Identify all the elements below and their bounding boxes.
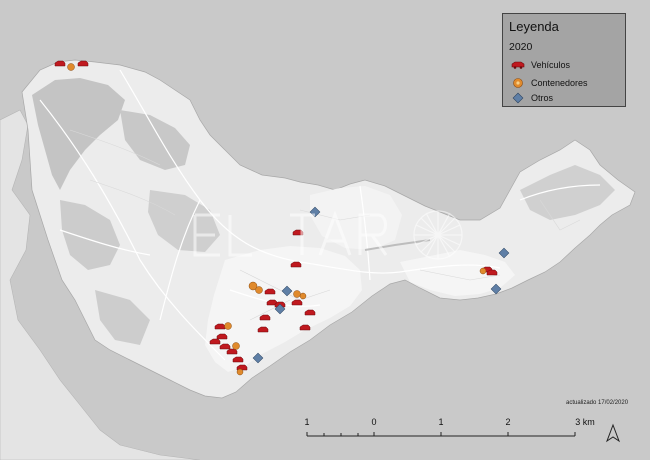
legend-item-others: Otros (509, 91, 553, 105)
car-icon (291, 299, 303, 306)
car-icon (209, 338, 221, 345)
scale-bar: 1 0 1 2 3 km (300, 412, 600, 448)
updated-date: actualizado 17/02/2020 (566, 400, 629, 406)
container-icon (224, 322, 232, 330)
legend-year: 2020 (509, 41, 533, 53)
legend-label: Otros (531, 93, 554, 103)
container-icon (232, 342, 240, 350)
car-icon (232, 356, 244, 363)
container-icon (479, 267, 487, 275)
scale-label: 0 (371, 417, 377, 427)
scale-bar-graphic (306, 432, 576, 437)
container-icon (67, 63, 75, 71)
legend-item-containers: Contenedores (509, 76, 588, 90)
car-icon (54, 60, 66, 67)
car-icon (304, 309, 316, 316)
car-icon (264, 288, 276, 295)
container-icon (236, 368, 244, 376)
scale-label: 1 (304, 417, 310, 427)
car-icon (216, 333, 228, 340)
legend-label: Contenedores (531, 78, 588, 88)
car-icon (219, 343, 231, 350)
car-icon (226, 348, 238, 355)
container-icon (513, 78, 523, 88)
scale-label: 1 (438, 417, 444, 427)
legend-panel: Leyenda 2020 Vehículos Contenedores Otro… (502, 13, 626, 107)
car-icon (77, 60, 89, 67)
car-icon (299, 324, 311, 331)
car-icon (257, 326, 269, 333)
container-icon (255, 286, 263, 294)
north-arrow-icon (605, 423, 621, 443)
legend-item-vehicles: Vehículos (509, 58, 570, 72)
car-icon (511, 61, 525, 69)
diamond-icon (512, 92, 524, 104)
scale-label: 2 (505, 417, 511, 427)
legend-label: Vehículos (531, 60, 571, 70)
legend-title: Leyenda (509, 19, 559, 34)
container-icon (293, 290, 301, 298)
container-icon (299, 292, 307, 300)
car-icon (486, 269, 498, 276)
car-icon (214, 323, 226, 330)
car-icon (259, 314, 271, 321)
scale-label: 3 km (575, 417, 595, 427)
watermark-logo (193, 210, 463, 260)
